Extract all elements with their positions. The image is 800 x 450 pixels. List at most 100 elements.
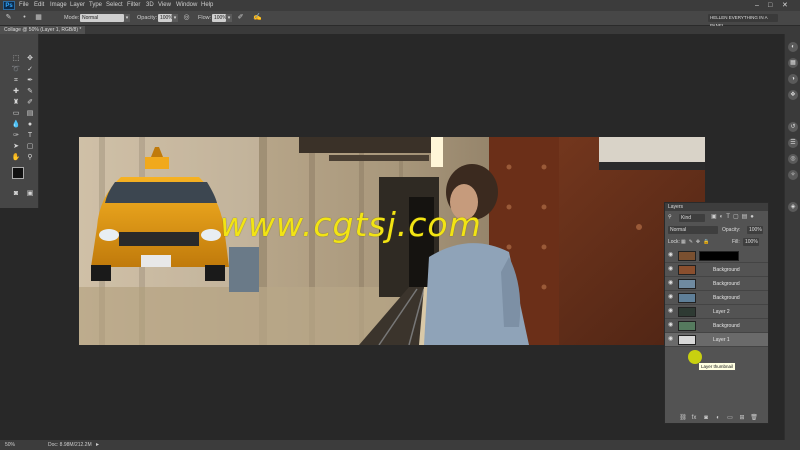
menu-file[interactable]: File — [19, 0, 29, 11]
adjustment-layer-icon[interactable]: ◐ — [714, 415, 722, 422]
lock-icons[interactable]: ▦✎✥🔒 — [681, 238, 712, 246]
zoom-tool-icon[interactable]: ⚲ — [23, 153, 37, 162]
visibility-eye-icon[interactable]: ◉ — [668, 294, 674, 300]
clone-stamp-tool-icon[interactable]: ♜ — [9, 98, 23, 107]
brush-tool-icon[interactable]: ✎ — [23, 87, 37, 96]
menu-edit[interactable]: Edit — [34, 0, 44, 11]
styles-panel-icon[interactable]: ❖ — [788, 90, 798, 100]
path-select-tool-icon[interactable]: ➤ — [9, 142, 23, 151]
minimize-button[interactable]: – — [755, 0, 759, 11]
workspace-switcher[interactable]: HELLEN EVERYTHING IN A PANEL — [708, 14, 778, 28]
blur-tool-icon[interactable]: 💧 — [9, 120, 23, 129]
layer-opacity-field[interactable]: 100% — [747, 226, 763, 234]
visibility-eye-icon[interactable]: ◉ — [668, 336, 674, 342]
eraser-tool-icon[interactable]: ▭ — [9, 109, 23, 118]
pen-tool-icon[interactable]: ✑ — [9, 131, 23, 140]
layer-row[interactable]: ◉ Background — [665, 291, 768, 305]
menu-select[interactable]: Select — [106, 0, 123, 11]
menu-view[interactable]: View — [158, 0, 171, 11]
visibility-eye-icon[interactable]: ◉ — [668, 280, 674, 286]
flow-field[interactable]: 100% — [212, 14, 227, 22]
maximize-button[interactable]: □ — [768, 0, 772, 11]
menu-3d[interactable]: 3D — [146, 0, 154, 11]
properties-panel-icon[interactable]: ☰ — [788, 138, 798, 148]
layer-thumbnail[interactable] — [678, 279, 696, 289]
layer-mask-thumbnail[interactable] — [699, 251, 739, 261]
menu-help[interactable]: Help — [201, 0, 213, 11]
status-menu-arrow-icon[interactable]: ▸ — [96, 440, 99, 450]
layer-row[interactable]: ◉ Background — [665, 319, 768, 333]
screen-mode-icon[interactable]: ▣ — [23, 189, 37, 198]
history-panel-icon[interactable]: ↺ — [788, 122, 798, 132]
brush-preset-icon[interactable]: ✎ — [4, 14, 13, 22]
brush-panel-icon[interactable]: ▦ — [34, 14, 43, 22]
zoom-level[interactable]: 50% — [5, 440, 15, 450]
gradient-tool-icon[interactable]: ▤ — [23, 109, 37, 118]
add-mask-icon[interactable]: ◙ — [702, 415, 710, 422]
filter-type-icons[interactable]: ▣◐T▢▤● — [711, 213, 757, 220]
paths-panel-icon[interactable]: ✧ — [788, 170, 798, 180]
layer-row[interactable]: ◉ — [665, 249, 768, 263]
blend-mode-select[interactable]: Normal — [668, 226, 718, 234]
menu-filter[interactable]: Filter — [127, 0, 140, 11]
layer-row[interactable]: ◉ Background — [665, 263, 768, 277]
adjustments-panel-icon[interactable]: ◑ — [788, 74, 798, 84]
airbrush-icon[interactable]: ✐ — [236, 14, 245, 22]
visibility-eye-icon[interactable]: ◉ — [668, 308, 674, 314]
quick-select-tool-icon[interactable]: ✓ — [23, 65, 37, 74]
foreground-color-swatch[interactable] — [12, 167, 24, 179]
lasso-tool-icon[interactable]: ➰ — [9, 65, 23, 74]
link-layers-icon[interactable]: ⛓ — [679, 415, 687, 422]
visibility-eye-icon[interactable]: ◉ — [668, 322, 674, 328]
pressure-opacity-icon[interactable]: ◎ — [182, 14, 191, 22]
layer-thumbnail[interactable] — [678, 307, 696, 317]
healing-tool-icon[interactable]: ✚ — [9, 87, 23, 96]
menu-layer[interactable]: Layer — [70, 0, 85, 11]
swatches-panel-icon[interactable]: ▦ — [788, 58, 798, 68]
quick-mask-icon[interactable]: ◙ — [9, 189, 23, 198]
pressure-size-icon[interactable]: ✍ — [253, 14, 262, 22]
layer-thumbnail[interactable] — [678, 321, 696, 331]
menu-window[interactable]: Window — [176, 0, 197, 11]
menu-type[interactable]: Type — [89, 0, 102, 11]
layer-style-icon[interactable]: fx — [690, 415, 698, 422]
history-brush-tool-icon[interactable]: ✐ — [23, 98, 37, 107]
color-panel-icon[interactable]: ◐ — [788, 42, 798, 52]
visibility-eye-icon[interactable]: ◉ — [668, 266, 674, 272]
filter-search-icon[interactable]: ⚲ — [668, 214, 678, 222]
crop-tool-icon[interactable]: ⌗ — [9, 76, 23, 85]
layer-row[interactable]: ◉ Background — [665, 277, 768, 291]
layer-thumbnail[interactable] — [678, 265, 696, 275]
layer-row[interactable]: ◉ Layer 1 — [665, 333, 768, 347]
type-tool-icon[interactable]: T — [23, 131, 37, 140]
layer-thumbnail[interactable] — [678, 335, 696, 345]
opacity-field[interactable]: 100% — [158, 14, 173, 22]
layer-row[interactable]: ◉ Layer 2 — [665, 305, 768, 319]
marquee-tool-icon[interactable]: ⬚ — [9, 54, 23, 63]
mode-select[interactable]: Normal — [80, 14, 124, 22]
layer-thumbnail[interactable] — [678, 251, 696, 261]
dodge-tool-icon[interactable]: ● — [23, 120, 37, 129]
flow-dropdown-arrow[interactable]: ▾ — [226, 14, 232, 22]
layer-filter-kind[interactable]: Kind — [679, 214, 705, 222]
layer-thumbnail[interactable] — [678, 293, 696, 303]
layers-panel-icon[interactable]: ◈ — [788, 202, 798, 212]
opacity-dropdown-arrow[interactable]: ▾ — [172, 14, 178, 22]
channels-panel-icon[interactable]: ◎ — [788, 154, 798, 164]
eyedropper-tool-icon[interactable]: ✒ — [23, 76, 37, 85]
hand-tool-icon[interactable]: ✋ — [9, 153, 23, 162]
move-tool-icon[interactable]: ✥ — [23, 54, 37, 63]
visibility-eye-icon[interactable]: ◉ — [668, 252, 674, 258]
brush-size-icon[interactable]: • — [20, 14, 29, 22]
document-tab[interactable]: Collage @ 50% (Layer 1, RGB/8) * — [0, 26, 86, 34]
menu-image[interactable]: Image — [50, 0, 67, 11]
new-group-icon[interactable]: ▭ — [726, 415, 734, 422]
layer-name: Background — [713, 267, 740, 273]
fill-field[interactable]: 100% — [743, 238, 759, 246]
mode-dropdown-arrow[interactable]: ▾ — [124, 14, 130, 22]
cursor-highlight — [688, 350, 702, 364]
delete-layer-icon[interactable]: 🗑 — [750, 415, 758, 422]
new-layer-icon[interactable]: ⊞ — [738, 415, 746, 422]
close-button[interactable]: ✕ — [782, 0, 788, 11]
shape-tool-icon[interactable]: ▢ — [23, 142, 37, 151]
